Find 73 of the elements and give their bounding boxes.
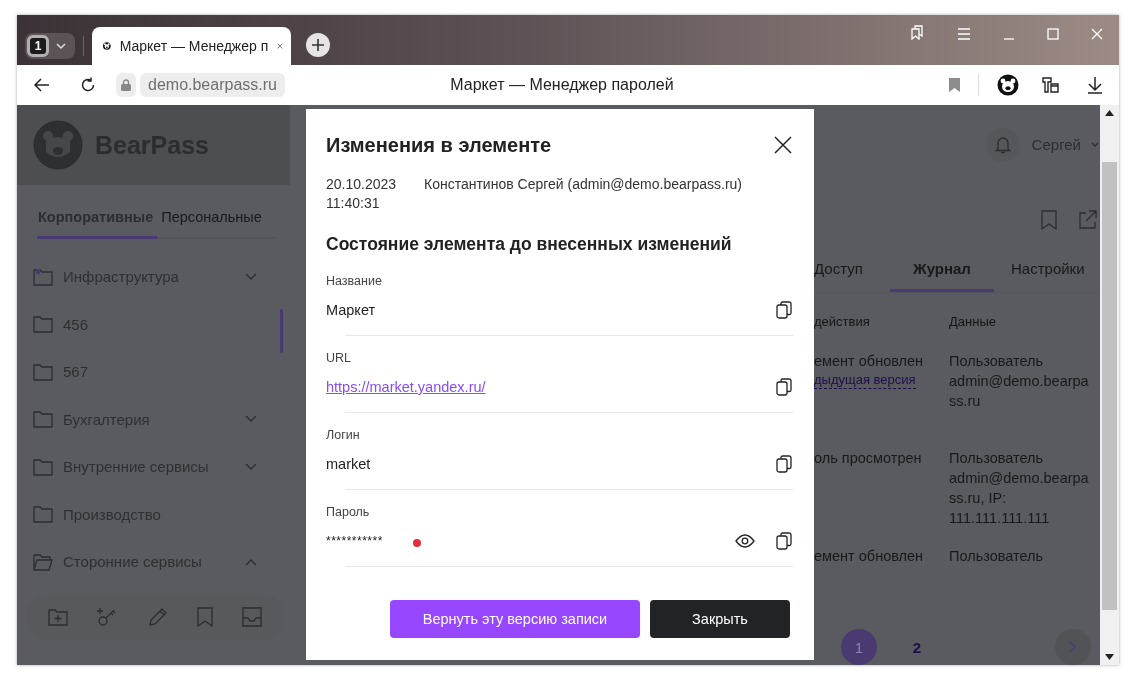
action-cell-text: емент обновлен <box>814 547 924 567</box>
page-button[interactable]: 2 <box>899 629 935 665</box>
bookmark-icon[interactable] <box>1041 209 1057 230</box>
column-header: действия <box>814 312 871 331</box>
field-label: Пароль <box>326 504 371 521</box>
dialog-title: Изменения в элементе <box>326 133 552 157</box>
page-button[interactable]: 1 <box>841 629 877 665</box>
field-value: Маркет <box>326 302 376 318</box>
chevron-right-icon <box>1069 641 1077 653</box>
section-title: Состояние элемента до внесенных изменений <box>326 234 733 254</box>
bear-extension-icon[interactable] <box>997 74 1019 96</box>
copy-icon[interactable] <box>776 378 792 396</box>
back-arrow-icon[interactable] <box>34 78 50 92</box>
url-link[interactable]: https://market.yandex.ru/ <box>326 379 486 395</box>
close-button[interactable]: Закрыть <box>650 600 790 638</box>
field-label: Логин <box>326 427 361 444</box>
external-link-icon[interactable] <box>1077 209 1097 230</box>
field-value: market <box>326 456 371 472</box>
change-date: 20.10.2023 <box>326 175 398 194</box>
record-tab[interactable]: Доступ <box>814 248 890 292</box>
bookmark-icon[interactable] <box>197 607 214 627</box>
bell-icon <box>994 135 1011 154</box>
chevron-down-icon <box>245 415 257 424</box>
change-author: Константинов Сергей (admin@demo.bearpass.ru) <box>424 175 742 194</box>
column-header: Данные <box>949 312 997 331</box>
chevron-down-icon[interactable] <box>1091 141 1099 148</box>
sidebar-tab[interactable]: Персональные <box>161 209 262 239</box>
tab-counter-button[interactable]: 1 <box>25 33 75 59</box>
menu-icon[interactable] <box>957 28 971 40</box>
bookmarks-icon[interactable] <box>909 24 925 40</box>
record-tab[interactable]: Журнал <box>890 248 994 292</box>
data-cell-text: Пользователь admin@demo.bearpass.ru <box>949 351 1089 411</box>
chevron-down-icon <box>55 40 67 52</box>
page-title: Маркет — Менеджер паролей <box>449 76 675 94</box>
scrollbar[interactable] <box>1100 105 1119 665</box>
chevron-up-icon <box>245 557 257 566</box>
copy-icon[interactable] <box>776 455 792 473</box>
version-link[interactable]: дыдущая версия <box>814 370 916 389</box>
eye-icon[interactable] <box>735 534 755 548</box>
copy-icon[interactable] <box>776 532 792 550</box>
password-value: *********** <box>326 534 383 548</box>
close-icon[interactable] <box>773 135 793 155</box>
field-label: URL <box>326 350 352 367</box>
scroll-down-icon[interactable] <box>1105 654 1114 660</box>
status-dot <box>412 539 421 547</box>
restore-version-button[interactable]: Вернуть эту версию записи <box>390 600 640 638</box>
record-tab[interactable]: Настройки <box>994 248 1085 292</box>
change-time: 11:40:31 <box>326 194 381 213</box>
bookmark-icon[interactable] <box>949 78 960 92</box>
data-cell-text: Пользователь <box>949 547 1045 567</box>
lock-icon[interactable] <box>116 73 136 97</box>
field-label: Название <box>326 273 383 290</box>
download-icon[interactable] <box>1087 76 1103 94</box>
pencil-icon[interactable] <box>147 607 168 627</box>
inbox-icon[interactable] <box>242 607 263 627</box>
maximize-icon[interactable] <box>1047 28 1059 40</box>
new-tab-button[interactable] <box>306 33 330 57</box>
scrollbar-thumb[interactable] <box>280 309 283 353</box>
scroll-up-icon[interactable] <box>1105 110 1114 116</box>
action-cell-text: емент обновлен <box>814 351 924 371</box>
tab-title: Маркет — Менеджер п <box>119 38 269 54</box>
add-folder-icon[interactable] <box>47 608 68 626</box>
extension-icon[interactable] <box>1041 75 1061 95</box>
notifications-button[interactable] <box>985 127 1020 162</box>
data-cell-text: Пользователь admin@demo.bearpass.ru, IP: 111.111.111.111 <box>949 449 1089 528</box>
browser-tab[interactable]: Маркет — Менеджер п <box>92 27 291 65</box>
chevron-down-icon <box>245 462 257 471</box>
copy-icon[interactable] <box>776 301 792 319</box>
chevron-down-icon <box>245 272 257 281</box>
address-field[interactable]: demo.bearpass.ru <box>140 73 285 97</box>
action-cell-text: оль просмотрен <box>814 449 922 469</box>
bear-logo-icon <box>33 120 83 170</box>
reload-icon[interactable] <box>80 77 96 93</box>
